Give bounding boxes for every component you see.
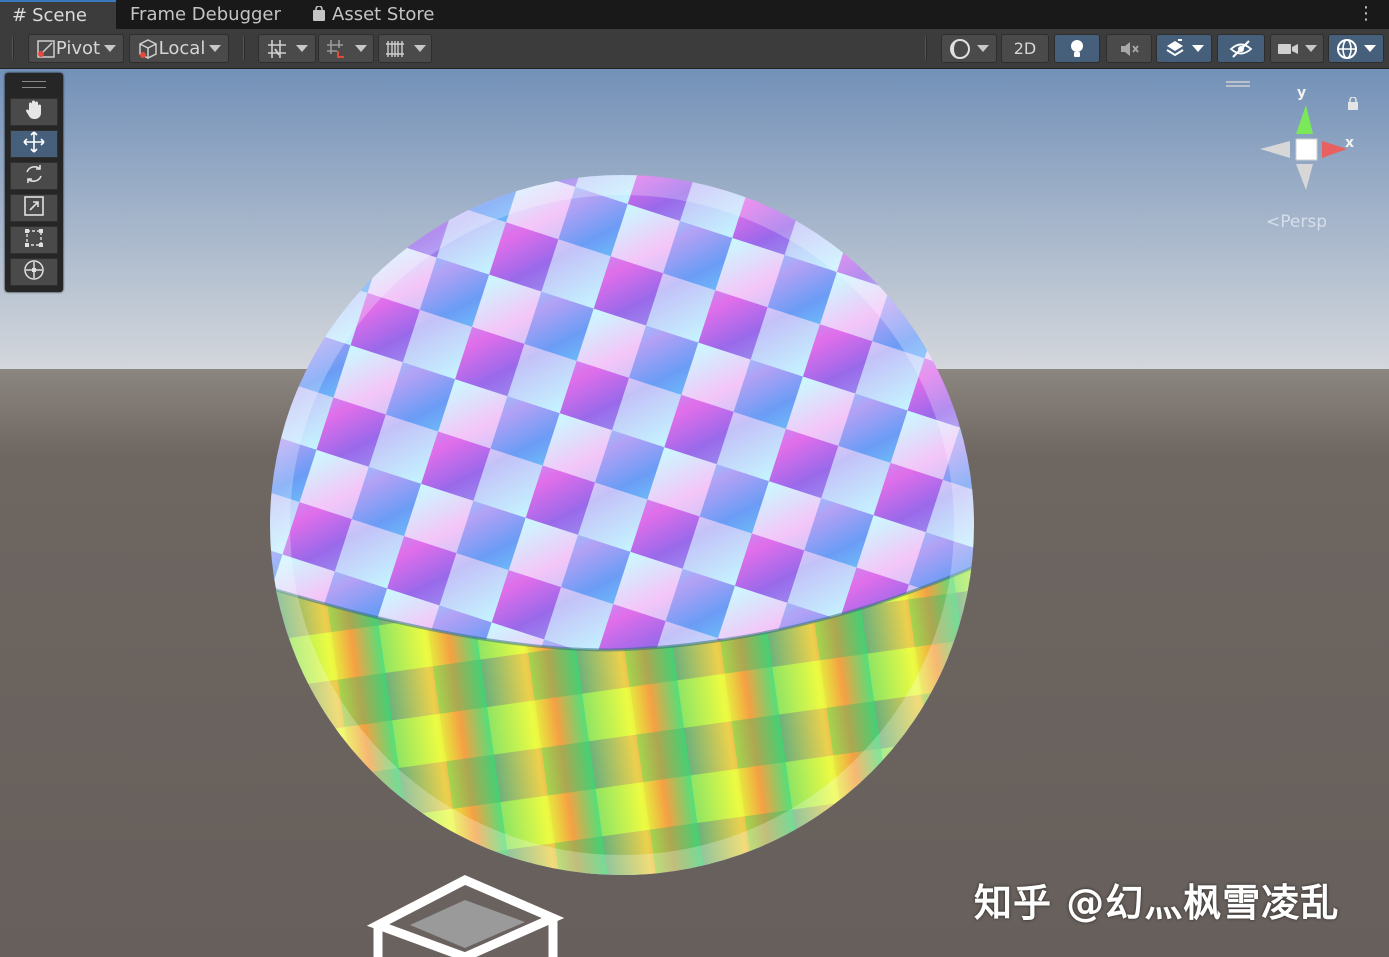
chevron-down-icon: [1305, 45, 1317, 52]
effects-layers-icon: [1164, 38, 1186, 60]
eye-hidden-icon: [1229, 39, 1253, 59]
grid-snap-icon: [266, 38, 288, 60]
chevron-down-icon: [977, 45, 989, 52]
local-cube-icon: [137, 38, 159, 60]
chevron-down-icon: [104, 45, 117, 52]
local-label: Local: [158, 38, 206, 59]
transform-tool-icon: [22, 258, 46, 286]
pivot-label: Pivot: [55, 38, 101, 59]
scene-lighting-button[interactable]: [1054, 34, 1100, 63]
tools-overlay: [5, 73, 63, 292]
gizmo-globe-icon: [1336, 38, 1358, 60]
scene-render: [0, 69, 1389, 957]
toolbar-divider: [925, 37, 927, 59]
projection-label: Persp: [1280, 212, 1327, 232]
chevron-down-icon: [209, 45, 222, 52]
gizmo-x-label[interactable]: x: [1345, 135, 1354, 151]
chevron-down-icon: [1364, 45, 1376, 52]
hand-tool-icon: [23, 99, 45, 125]
grid-snap-button[interactable]: [258, 34, 316, 63]
rotate-tool-icon: [23, 163, 45, 189]
tab-scene-label: Scene: [32, 5, 87, 26]
asset-store-bag-icon: [311, 0, 327, 30]
pivot-icon: [36, 39, 56, 59]
tab-bar: # Scene Frame Debugger Asset Store ⋮: [0, 0, 1389, 30]
scene-toolbar: Pivot Local 2D: [0, 29, 1389, 69]
increment-snap-icon: [325, 38, 347, 60]
chevron-down-icon: [1192, 45, 1204, 52]
rect-tool-icon: [23, 227, 45, 253]
scene-visibility-button[interactable]: [1217, 34, 1265, 63]
tab-frame-debugger[interactable]: Frame Debugger: [130, 0, 281, 29]
pivot-dropdown[interactable]: Pivot: [28, 34, 124, 63]
camera-icon: [1277, 41, 1299, 57]
local-dropdown[interactable]: Local: [129, 34, 229, 63]
rect-tool-button[interactable]: [10, 226, 58, 254]
chevron-down-icon: [414, 45, 426, 52]
move-tool-icon: [22, 130, 46, 158]
lock-icon[interactable]: [1347, 95, 1359, 114]
tab-scene[interactable]: # Scene: [0, 0, 116, 29]
hand-tool-button[interactable]: [10, 98, 58, 126]
scene-grid-icon: #: [12, 5, 28, 26]
effects-dropdown[interactable]: [1156, 34, 1212, 63]
transform-tool-button[interactable]: [10, 258, 58, 286]
2d-mode-button[interactable]: 2D: [1001, 34, 1049, 63]
gizmo-y-label[interactable]: y: [1297, 85, 1306, 101]
more-options-icon[interactable]: ⋮: [1357, 3, 1375, 24]
scene-audio-button[interactable]: [1106, 34, 1152, 63]
chevron-down-icon: [296, 45, 308, 52]
toolbar-divider: [243, 37, 245, 59]
increment-snap-button[interactable]: [318, 34, 374, 63]
scale-tool-icon: [23, 195, 45, 221]
shading-mode-dropdown[interactable]: [941, 34, 997, 63]
watermark: 知乎 @幻灬枫雪凌乱: [974, 881, 1340, 925]
scene-viewport[interactable]: y x: [0, 69, 1389, 957]
audio-mute-icon: [1118, 39, 1140, 59]
tab-asset-store-label: Asset Store: [332, 4, 435, 25]
scene-camera-dropdown[interactable]: [1270, 34, 1324, 63]
move-tool-button[interactable]: [10, 130, 58, 158]
grid-visibility-button[interactable]: [378, 34, 432, 63]
2d-mode-label: 2D: [1013, 39, 1037, 58]
projection-toggle[interactable]: <Persp: [1266, 212, 1327, 232]
scale-tool-button[interactable]: [10, 194, 58, 222]
lightbulb-icon: [1067, 38, 1087, 60]
overlay-drag-handle[interactable]: [22, 81, 46, 88]
gizmos-dropdown[interactable]: [1328, 34, 1384, 63]
tab-asset-store[interactable]: Asset Store: [311, 0, 435, 29]
toolbar-divider: [12, 37, 14, 59]
ruler-grid-icon: [384, 38, 406, 60]
tab-frame-debugger-label: Frame Debugger: [130, 4, 281, 25]
rotate-tool-button[interactable]: [10, 162, 58, 190]
shading-sphere-icon: [949, 38, 971, 60]
chevron-down-icon: [355, 45, 367, 52]
chevron-left-icon: <: [1266, 212, 1281, 232]
